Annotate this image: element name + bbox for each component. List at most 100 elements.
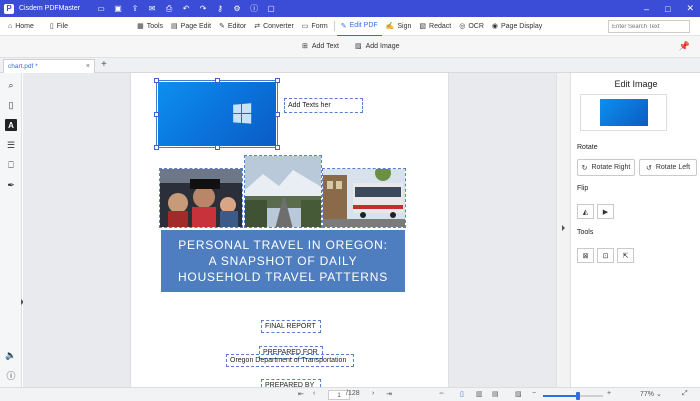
prev-page-icon[interactable]: ‹ xyxy=(313,390,315,397)
text-box-odot[interactable]: Oregon Department of Transportation xyxy=(226,354,354,367)
scroll-view-icon[interactable]: ▤ xyxy=(492,390,499,398)
tools-label: Tools xyxy=(577,229,594,236)
presentation-icon[interactable]: ▨ xyxy=(515,390,522,398)
menu-edit-pdf-label: Edit PDF xyxy=(349,22,378,29)
list-icon[interactable]: ☰ xyxy=(5,139,17,151)
resize-handle[interactable] xyxy=(154,145,159,150)
page-thumbnail-icon[interactable]: ▯ xyxy=(5,99,17,111)
page-display-icon: ◉ xyxy=(491,23,498,30)
collapse-right-arrow-icon[interactable] xyxy=(562,225,565,231)
single-page-view-icon[interactable]: ▯ xyxy=(460,390,464,398)
undo-icon[interactable]: ↶ xyxy=(181,4,191,14)
resize-handle[interactable] xyxy=(275,145,280,150)
menu-tools-label: Tools xyxy=(146,22,164,30)
audio-icon[interactable]: 🔈 xyxy=(5,349,17,361)
last-page-icon[interactable]: ⇥ xyxy=(386,390,392,398)
first-page-icon[interactable]: ⇤ xyxy=(298,390,304,398)
info-icon[interactable]: ⓘ xyxy=(5,369,17,381)
zoom-slider-thumb[interactable] xyxy=(575,392,580,400)
resize-handle[interactable] xyxy=(154,78,159,83)
settings-icon[interactable]: ⚙ xyxy=(232,4,242,14)
save-icon[interactable]: ▣ xyxy=(113,4,123,14)
zoom-level-select[interactable]: 77% ⌄ xyxy=(640,390,662,399)
title-banner[interactable]: PERSONAL TRAVEL IN OREGON: A SNAPSHOT OF… xyxy=(161,230,405,292)
folder-icon[interactable]: ▭ xyxy=(96,4,106,14)
rotate-left-button[interactable]: ↺ Rotate Left xyxy=(639,159,697,176)
print-icon[interactable]: ⎙ xyxy=(164,4,174,14)
add-image-button[interactable]: ▨ Add Image xyxy=(355,42,399,51)
resize-handle[interactable] xyxy=(215,145,220,150)
selected-image[interactable] xyxy=(154,78,280,150)
rotate-right-button[interactable]: ↻ Rotate Right xyxy=(577,159,635,176)
menu-editor-label: Editor xyxy=(227,22,247,30)
menu-home[interactable]: ⌂ Home xyxy=(4,17,38,36)
resize-handle[interactable] xyxy=(154,112,159,117)
share-icon[interactable]: ⇪ xyxy=(130,4,140,14)
photo-mountain-road[interactable] xyxy=(244,155,322,228)
total-pages: /128 xyxy=(346,390,360,397)
menu-sign-label: Sign xyxy=(397,22,412,30)
menu-edit-pdf[interactable]: ✎ Edit PDF xyxy=(336,17,382,36)
replace-image-icon[interactable]: ⊡ xyxy=(597,248,614,263)
minimize-button[interactable]: – xyxy=(644,4,649,14)
image-thumbnail xyxy=(580,94,667,131)
text-box-add-texts[interactable]: Add Texts her xyxy=(284,98,363,113)
menu-file[interactable]: ▯ File xyxy=(46,17,72,36)
menu-converter[interactable]: ⇄ Converter xyxy=(250,17,298,36)
menu-page-display[interactable]: ◉ Page Display xyxy=(488,17,546,36)
page-edit-icon: ▤ xyxy=(171,23,178,30)
chat-icon[interactable]: ▢ xyxy=(266,4,276,14)
document-tab[interactable]: chart.pdf * × xyxy=(3,59,95,73)
mail-icon[interactable]: ✉ xyxy=(147,4,157,14)
banner-line-2: A SNAPSHOT OF DAILY xyxy=(208,254,358,268)
signature-icon[interactable]: ✒ xyxy=(5,179,17,191)
flip-horizontal-icon[interactable]: ◭ xyxy=(577,204,594,219)
document-canvas: Add Texts her PERSONAL TRAVEL IN OREGON:… xyxy=(23,73,556,387)
photo-bus-passengers[interactable] xyxy=(159,168,243,228)
maximize-button[interactable]: □ xyxy=(665,4,670,14)
info-icon[interactable]: ⓘ xyxy=(249,4,259,14)
home-icon: ⌂ xyxy=(8,22,13,30)
resize-handle[interactable] xyxy=(275,78,280,83)
text-edit-icon[interactable]: A xyxy=(5,119,17,131)
redo-icon[interactable]: ↷ xyxy=(198,4,208,14)
menu-divider xyxy=(333,21,335,31)
close-tab-icon[interactable]: × xyxy=(86,63,90,70)
flip-vertical-icon[interactable]: ▶ xyxy=(597,204,614,219)
two-page-view-icon[interactable]: ▥ xyxy=(476,390,483,398)
zoom-in-icon[interactable]: + xyxy=(607,390,611,397)
left-sidebar: ⌕ ▯ A ☰ ⎕ ✒ 🔈 ⓘ xyxy=(0,73,24,401)
text-box-prepared-by[interactable]: PREPARED BY xyxy=(261,379,321,387)
resize-handle[interactable] xyxy=(275,112,280,117)
menu-page-edit[interactable]: ▤ Page Edit xyxy=(167,17,215,36)
resize-handle[interactable] xyxy=(215,78,220,83)
next-page-icon[interactable]: › xyxy=(372,390,374,397)
extract-image-icon[interactable]: ⇱ xyxy=(617,248,634,263)
crop-icon[interactable]: ⊠ xyxy=(577,248,594,263)
banner-line-1: PERSONAL TRAVEL IN OREGON: xyxy=(178,238,388,252)
photo-city-bus[interactable] xyxy=(322,168,406,228)
rotate-label: Rotate xyxy=(577,144,598,151)
menu-tools[interactable]: ▦ Tools xyxy=(133,17,167,36)
status-bar: ⇤ ‹ 1 /128 › ⇥ ⇔ ▯ ▥ ▤ ▨ − + 77% ⌄ ⤢ xyxy=(0,387,700,401)
menu-redact[interactable]: ▧ Redact xyxy=(415,17,455,36)
zoom-slider[interactable] xyxy=(543,392,603,400)
menu-ocr[interactable]: ◎ OCR xyxy=(455,17,488,36)
fit-page-icon[interactable]: ⤢ xyxy=(682,390,688,398)
menu-editor[interactable]: ✎ Editor xyxy=(215,17,250,36)
bookmark-icon[interactable]: ⎕ xyxy=(5,159,17,171)
menu-ocr-label: OCR xyxy=(468,22,484,30)
search-icon[interactable]: ⌕ xyxy=(5,79,17,91)
key-icon[interactable]: ⚷ xyxy=(215,4,225,14)
text-box-final-report[interactable]: FINAL REPORT xyxy=(261,320,321,333)
pin-icon[interactable]: 📌 xyxy=(679,41,690,52)
new-tab-button[interactable]: + xyxy=(101,59,107,70)
menu-sign[interactable]: ✍ Sign xyxy=(382,17,416,36)
zoom-out-icon[interactable]: − xyxy=(532,390,536,397)
close-button[interactable]: ✕ xyxy=(686,3,694,14)
app-name: Cisdem PDFMaster xyxy=(19,5,81,12)
search-input[interactable] xyxy=(612,23,682,30)
add-text-button[interactable]: ⊞ Add Text xyxy=(302,42,339,51)
fit-width-icon[interactable]: ⇔ xyxy=(438,390,445,397)
menu-form[interactable]: ▭ Form xyxy=(298,17,332,36)
